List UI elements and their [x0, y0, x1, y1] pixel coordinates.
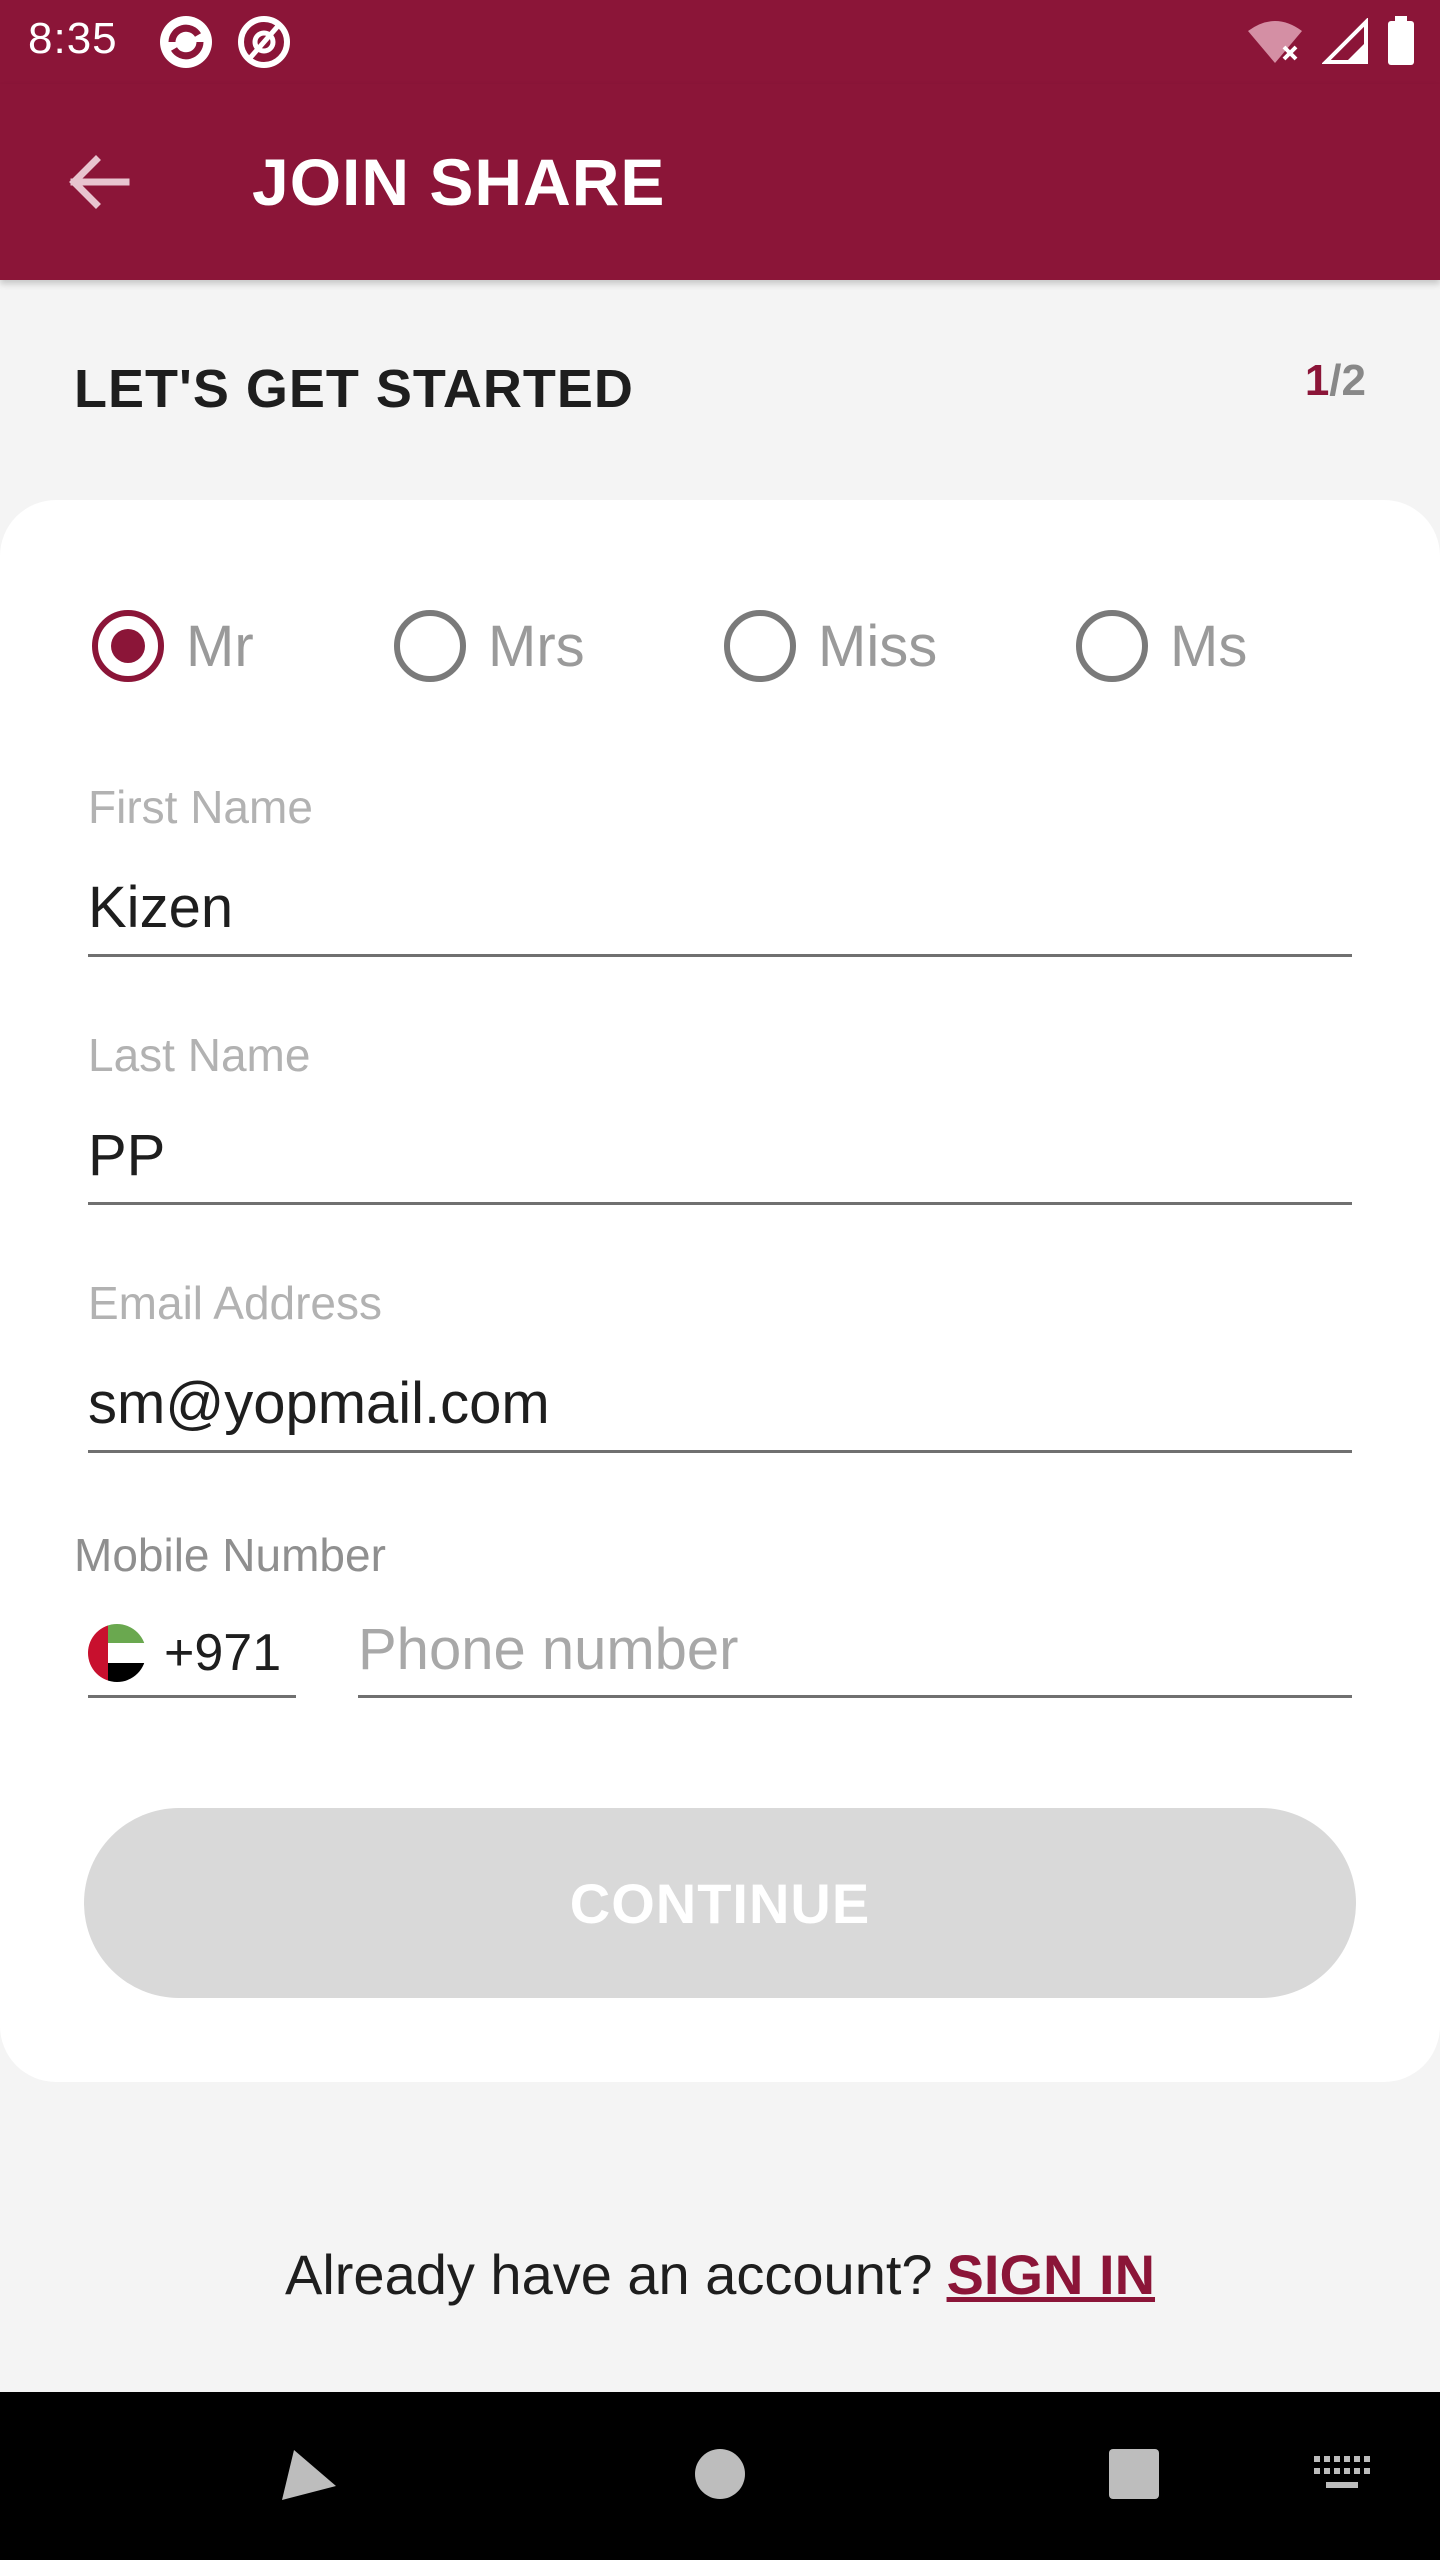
registration-card: Mr Mrs Miss Ms First Name Kizen Last Nam…: [0, 500, 1440, 2082]
system-nav-bar: [0, 2392, 1440, 2560]
last-name-input[interactable]: PP: [88, 1116, 1352, 1196]
nav-keyboard-button[interactable]: [1302, 2392, 1382, 2560]
last-name-underline: [88, 1202, 1352, 1205]
at-sign-icon: [236, 14, 292, 70]
nav-home-button[interactable]: [680, 2392, 760, 2560]
sign-in-link[interactable]: SIGN IN: [947, 2243, 1155, 2306]
email-field[interactable]: Email Address sm@yopmail.com: [88, 1276, 1352, 1453]
email-input[interactable]: sm@yopmail.com: [88, 1364, 1352, 1444]
phone-number-input[interactable]: [358, 1604, 1352, 1698]
radio-label: Mr: [186, 613, 254, 679]
step-current: 1: [1304, 356, 1330, 405]
country-code-picker[interactable]: +971: [88, 1610, 296, 1698]
radio-miss[interactable]: Miss: [724, 610, 937, 682]
sign-in-prompt: Already have an account?: [284, 2243, 933, 2306]
radio-checked-icon: [92, 610, 164, 682]
radio-mr[interactable]: Mr: [92, 610, 254, 682]
nav-back-button[interactable]: [270, 2392, 350, 2560]
first-name-underline: [88, 954, 1352, 957]
continue-button[interactable]: CONTINUE: [84, 1808, 1356, 1998]
section-title: LET'S GET STARTED: [74, 359, 634, 419]
back-triangle-icon: [280, 2446, 340, 2507]
email-underline: [88, 1450, 1352, 1453]
home-circle-icon: [693, 2447, 747, 2506]
step-counter: 1/2: [1305, 356, 1366, 406]
app-logo-icon: [158, 14, 214, 70]
title-radio-group: Mr Mrs Miss Ms: [92, 610, 1352, 690]
signal-icon: [1321, 17, 1368, 69]
status-time: 8:35: [28, 14, 118, 63]
wifi-off-icon: [1246, 17, 1304, 70]
last-name-label: Last Name: [88, 1029, 311, 1081]
first-name-field[interactable]: First Name Kizen: [88, 780, 1352, 957]
uae-flag-icon: [88, 1623, 146, 1682]
radio-label: Mrs: [488, 613, 585, 679]
radio-unchecked-icon: [1076, 610, 1148, 682]
last-name-field[interactable]: Last Name PP: [88, 1028, 1352, 1205]
radio-ms[interactable]: Ms: [1076, 610, 1247, 682]
keyboard-icon: [1314, 2455, 1370, 2497]
sign-in-row: Already have an account? SIGN IN: [0, 2242, 1440, 2307]
page-title: JOIN SHARE: [252, 145, 666, 219]
radio-label: Ms: [1170, 613, 1248, 679]
app-bar: JOIN SHARE: [0, 84, 1440, 280]
nav-recents-button[interactable]: [1094, 2392, 1174, 2560]
radio-unchecked-icon: [724, 610, 796, 682]
first-name-input[interactable]: Kizen: [88, 868, 1352, 948]
radio-label: Miss: [818, 613, 938, 679]
battery-icon: [1386, 16, 1416, 71]
radio-unchecked-icon: [394, 610, 466, 682]
first-name-label: First Name: [88, 781, 313, 833]
country-code: +971: [164, 1623, 282, 1682]
email-label: Email Address: [88, 1277, 383, 1329]
radio-mrs[interactable]: Mrs: [394, 610, 585, 682]
recents-square-icon: [1107, 2447, 1161, 2506]
arrow-left-icon: [66, 154, 130, 215]
back-button[interactable]: [52, 138, 144, 230]
step-total: /2: [1329, 356, 1366, 405]
status-bar: 8:35: [0, 0, 1440, 84]
mobile-number-label: Mobile Number: [74, 1529, 386, 1581]
